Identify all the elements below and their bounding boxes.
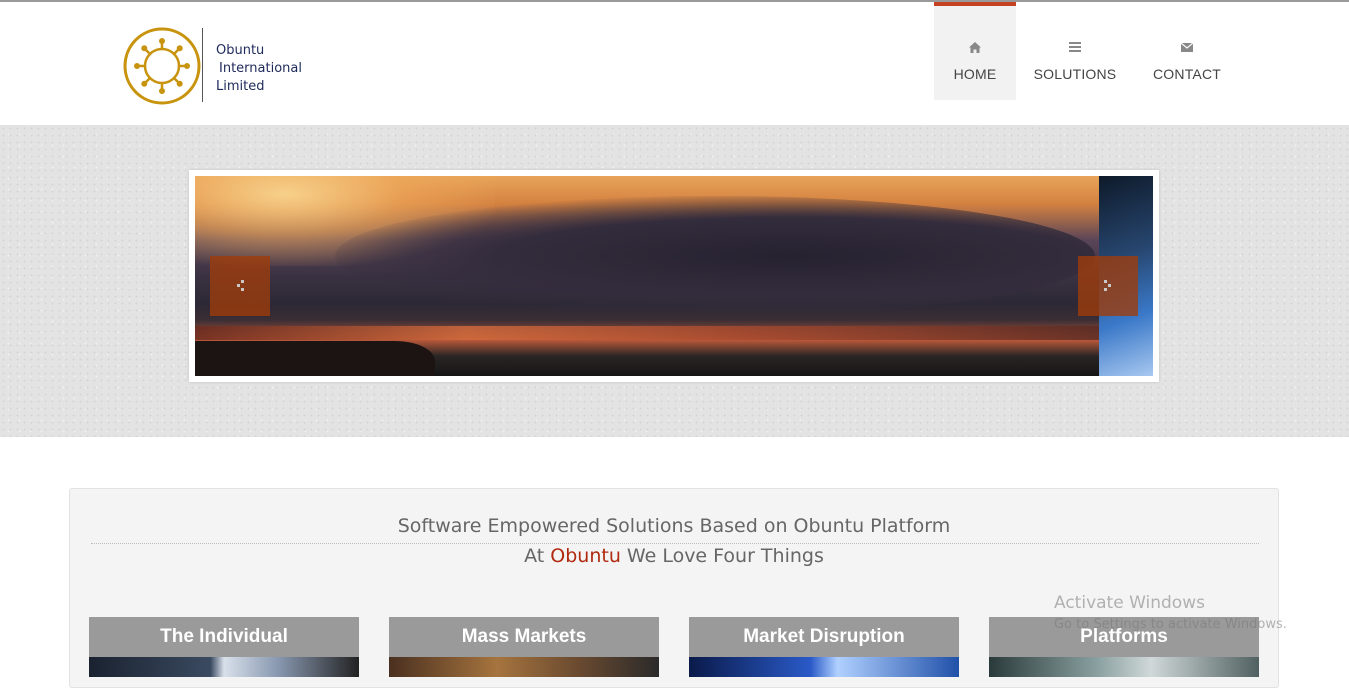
nav-item-contact[interactable]: CONTACT (1134, 2, 1240, 100)
card-image (989, 657, 1259, 677)
watermark-subtitle: Go to Settings to activate Windows. (1054, 617, 1287, 632)
logo-divider (202, 28, 203, 102)
logo-line-2: International (219, 61, 302, 76)
subtitle-brand: Obuntu (550, 545, 621, 567)
slide-sunset-clouds-image (195, 176, 1099, 376)
home-icon (968, 40, 982, 54)
activate-windows-watermark: Activate Windows Go to Settings to activ… (1054, 593, 1287, 637)
things-panel: Software Empowered Solutions Based on Ob… (69, 488, 1279, 688)
image-slider[interactable] (189, 170, 1159, 382)
card-the-individual[interactable]: The Individual (89, 617, 359, 677)
card-image (689, 657, 959, 677)
site-logo[interactable]: Obuntu International Limited (122, 26, 322, 108)
card-image (389, 657, 659, 677)
logo-text: Obuntu International Limited (216, 42, 302, 96)
hero-section (0, 125, 1349, 437)
card-market-disruption[interactable]: Market Disruption (689, 617, 959, 677)
card-title: Market Disruption (689, 617, 959, 657)
logo-emblem-icon (123, 27, 201, 105)
subtitle-prefix: At (524, 545, 551, 567)
nav-item-solutions[interactable]: SOLUTIONS (1016, 2, 1134, 100)
nav-label-home: HOME (953, 66, 997, 82)
site-header: Obuntu International Limited HOME SOLUTI… (0, 2, 1349, 125)
chevron-left-icon (235, 280, 245, 292)
slider-prev-button[interactable] (210, 256, 270, 316)
envelope-icon (1180, 40, 1194, 54)
chevron-right-icon (1103, 280, 1113, 292)
subtitle-suffix: We Love Four Things (620, 545, 824, 567)
card-title: Mass Markets (389, 617, 659, 657)
logo-line-1: Obuntu (216, 43, 265, 58)
panel-title: Software Empowered Solutions Based on Ob… (397, 515, 951, 537)
list-icon (1068, 40, 1082, 54)
nav-item-home[interactable]: HOME (934, 2, 1016, 100)
card-title: The Individual (89, 617, 359, 657)
panel-subtitle: At Obuntu We Love Four Things (70, 545, 1278, 567)
slider-next-button[interactable] (1078, 256, 1138, 316)
nav-label-contact: CONTACT (1152, 66, 1222, 82)
card-mass-markets[interactable]: Mass Markets (389, 617, 659, 677)
panel-divider (91, 543, 1259, 544)
card-image (89, 657, 359, 677)
main-nav: HOME SOLUTIONS CONTACT (934, 2, 1240, 100)
logo-line-3: Limited (216, 79, 265, 94)
watermark-title: Activate Windows (1054, 593, 1205, 613)
nav-label-solutions: SOLUTIONS (1033, 66, 1117, 82)
